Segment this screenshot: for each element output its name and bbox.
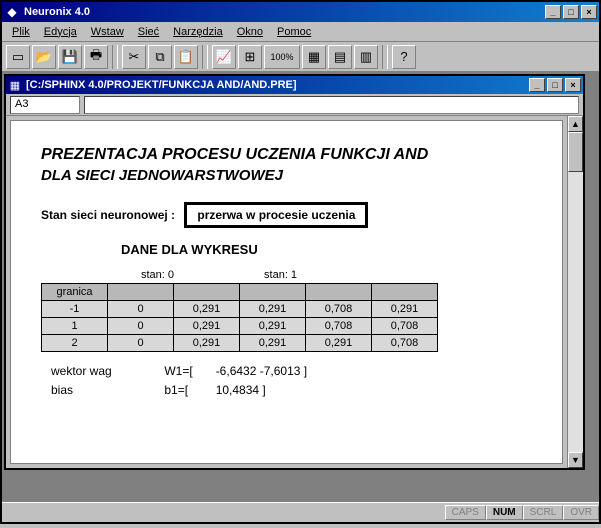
scroll-up-icon[interactable]: ▲ xyxy=(568,116,583,132)
app-icon: ◆ xyxy=(4,4,20,20)
app-window: ◆ Neuronix 4.0 _ □ × Plik Edycja Wstaw S… xyxy=(0,0,601,524)
menu-edycja[interactable]: Edycja xyxy=(38,24,83,40)
cell: 0 xyxy=(108,335,174,352)
status-ovr: OVR xyxy=(563,505,599,520)
column-labels: stan: 0 stan: 1 xyxy=(141,269,542,281)
report-page: PREZENTACJA PROCESU UCZENIA FUNKCJI AND … xyxy=(10,120,563,464)
table-header xyxy=(108,284,174,301)
copy-icon[interactable]: ⧉ xyxy=(148,45,172,69)
cell: 0 xyxy=(108,318,174,335)
tool2-icon[interactable]: ▥ xyxy=(354,45,378,69)
menubar: Plik Edycja Wstaw Sieć Narzędzia Okno Po… xyxy=(2,22,599,42)
cell: 0,291 xyxy=(240,318,306,335)
new-icon[interactable]: ▭ xyxy=(6,45,30,69)
zoom-icon[interactable]: 100% xyxy=(264,45,300,69)
col-label-1: stan: 1 xyxy=(264,269,297,281)
tool1-icon[interactable]: ▤ xyxy=(328,45,352,69)
vertical-scrollbar[interactable]: ▲ ▼ xyxy=(567,116,583,468)
cell: 0,291 xyxy=(372,301,438,318)
cell: 0,291 xyxy=(174,335,240,352)
document-window: ▦ [C:/SPHINX 4.0/PROJEKT/FUNKCJA AND/AND… xyxy=(4,74,585,470)
cell: 0,291 xyxy=(174,301,240,318)
col-label-0: stan: 0 xyxy=(141,269,174,281)
statusbar: CAPS NUM SCRL OVR xyxy=(2,502,599,522)
vectors: wektor wag W1=[ -6,6432 -7,6013 ] bias b… xyxy=(51,362,542,400)
scroll-track[interactable] xyxy=(568,132,583,452)
data-table: granica -1 0 0,291 0,291 0,70 xyxy=(41,283,438,352)
chart-icon[interactable]: 📈 xyxy=(212,45,236,69)
network-icon[interactable]: ⊞ xyxy=(238,45,262,69)
help-icon[interactable]: ? xyxy=(392,45,416,69)
toolbar-separator xyxy=(202,45,208,69)
menu-plik[interactable]: Plik xyxy=(6,24,36,40)
app-title: Neuronix 4.0 xyxy=(20,6,545,18)
doc-maximize-button[interactable]: □ xyxy=(547,78,563,92)
save-icon[interactable]: 💾 xyxy=(58,45,82,69)
cell: 2 xyxy=(42,335,108,352)
menu-wstaw[interactable]: Wstaw xyxy=(85,24,130,40)
heading-line1: PREZENTACJA PROCESU UCZENIA FUNKCJI AND xyxy=(41,145,542,165)
titlebar: ◆ Neuronix 4.0 _ □ × xyxy=(2,2,599,22)
cell-reference-bar: A3 xyxy=(6,94,583,116)
weight-values: -6,6432 -7,6013 ] xyxy=(216,364,307,378)
table-header xyxy=(240,284,306,301)
status-num: NUM xyxy=(486,505,523,520)
cell: 0,708 xyxy=(306,318,372,335)
bias-label: bias xyxy=(51,381,161,400)
menu-okno[interactable]: Okno xyxy=(231,24,269,40)
cell: 0,291 xyxy=(174,318,240,335)
menu-narzedzia[interactable]: Narzędzia xyxy=(167,24,229,40)
grid-icon[interactable]: ▦ xyxy=(302,45,326,69)
status-caps: CAPS xyxy=(445,505,486,520)
minimize-button[interactable]: _ xyxy=(545,5,561,19)
menu-siec[interactable]: Sieć xyxy=(132,24,165,40)
close-button[interactable]: × xyxy=(581,5,597,19)
cell: 0,708 xyxy=(372,318,438,335)
table-header xyxy=(174,284,240,301)
bias-values: 10,4834 ] xyxy=(216,383,266,397)
cut-icon[interactable]: ✂ xyxy=(122,45,146,69)
open-icon[interactable]: 📂 xyxy=(32,45,56,69)
table-row: 1 0 0,291 0,291 0,708 0,708 xyxy=(42,318,438,335)
table-header: granica xyxy=(42,284,108,301)
cell: 1 xyxy=(42,318,108,335)
status-value: przerwa w procesie uczenia xyxy=(184,202,368,228)
status-label: Stan sieci neuronowej : xyxy=(41,208,175,222)
document-icon: ▦ xyxy=(8,78,22,92)
cell: 0,708 xyxy=(372,335,438,352)
paste-icon[interactable]: 📋 xyxy=(174,45,198,69)
cell: 0,291 xyxy=(306,335,372,352)
maximize-button[interactable]: □ xyxy=(563,5,579,19)
cell: 0,291 xyxy=(240,335,306,352)
cell: -1 xyxy=(42,301,108,318)
doc-minimize-button[interactable]: _ xyxy=(529,78,545,92)
status-scrl: SCRL xyxy=(523,505,564,520)
toolbar-separator xyxy=(382,45,388,69)
scroll-thumb[interactable] xyxy=(568,132,583,172)
document-title: [C:/SPHINX 4.0/PROJEKT/FUNKCJA AND/AND.P… xyxy=(22,79,529,91)
menu-pomoc[interactable]: Pomoc xyxy=(271,24,317,40)
bias-name: b1=[ xyxy=(164,381,212,400)
network-status-row: Stan sieci neuronowej : przerwa w proces… xyxy=(41,202,542,228)
scroll-down-icon[interactable]: ▼ xyxy=(568,452,583,468)
doc-close-button[interactable]: × xyxy=(565,78,581,92)
subheading: DANE DLA WYKRESU xyxy=(121,242,542,257)
cell: 0 xyxy=(108,301,174,318)
table-header xyxy=(372,284,438,301)
formula-input[interactable] xyxy=(84,96,579,114)
table-row: 2 0 0,291 0,291 0,291 0,708 xyxy=(42,335,438,352)
weight-label: wektor wag xyxy=(51,362,161,381)
print-icon[interactable]: 🖶 xyxy=(84,45,108,69)
table-row: -1 0 0,291 0,291 0,708 0,291 xyxy=(42,301,438,318)
workspace: ▦ [C:/SPHINX 4.0/PROJEKT/FUNKCJA AND/AND… xyxy=(2,72,599,502)
cell: 0,708 xyxy=(306,301,372,318)
document-titlebar: ▦ [C:/SPHINX 4.0/PROJEKT/FUNKCJA AND/AND… xyxy=(6,76,583,94)
toolbar: ▭ 📂 💾 🖶 ✂ ⧉ 📋 📈 ⊞ 100% ▦ ▤ ▥ ? xyxy=(2,42,599,72)
table-header xyxy=(306,284,372,301)
heading-line2: DLA SIECI JEDNOWARSTWOWEJ xyxy=(41,167,542,184)
weight-name: W1=[ xyxy=(164,362,212,381)
toolbar-separator xyxy=(112,45,118,69)
cell-reference[interactable]: A3 xyxy=(10,96,80,114)
cell: 0,291 xyxy=(240,301,306,318)
